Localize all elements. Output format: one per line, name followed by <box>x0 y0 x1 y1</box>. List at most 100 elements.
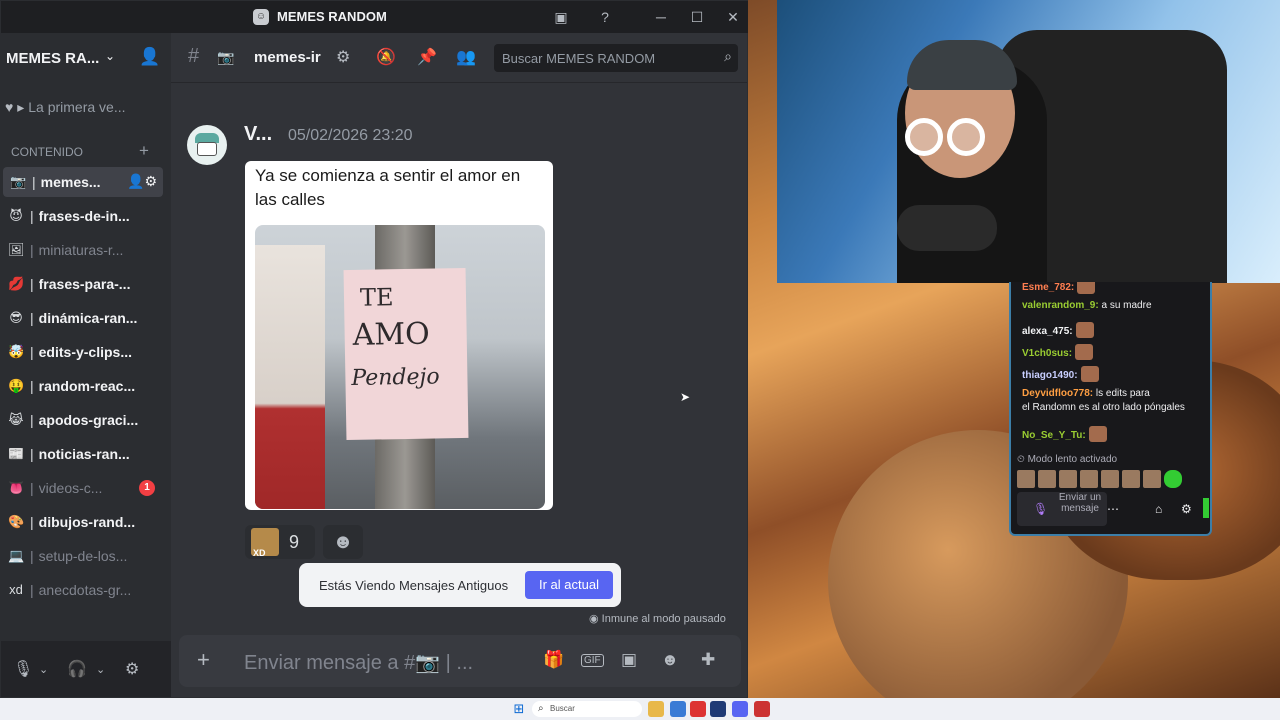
channel-label: miniaturas-r... <box>38 242 124 258</box>
add-reaction-icon[interactable]: ☻ <box>323 525 363 559</box>
maximize-button[interactable]: ☐ <box>683 5 711 29</box>
invite-people-icon[interactable]: 👤 <box>139 47 160 67</box>
reactions-bar: XD 9 ☻ <box>245 525 363 559</box>
microphone-icon[interactable]: 🎙 <box>13 659 33 679</box>
microphone-icon[interactable]: 🎙 <box>1033 502 1048 516</box>
file-explorer-icon[interactable] <box>648 701 664 717</box>
emote-bar[interactable] <box>1017 470 1182 488</box>
gif-icon[interactable]: GIF <box>581 654 604 667</box>
chat-message: thiago1490: <box>1022 366 1099 382</box>
sidebar-channel-item[interactable]: 😈 | frases-de-in... <box>1 201 163 231</box>
window-title: MEMES RANDOM <box>277 9 387 24</box>
separator: | <box>30 344 34 360</box>
server-header[interactable]: MEMES RA... ⌄ 👤 <box>1 33 171 83</box>
taskbar-search[interactable]: Buscar <box>532 701 642 717</box>
sidebar-channel-item[interactable]: 📰 | noticias-ran... <box>1 439 163 469</box>
jump-to-present-button[interactable]: Ir al actual <box>525 571 613 599</box>
separator: | <box>30 378 34 394</box>
channel-label: noticias-ran... <box>38 446 130 462</box>
mute-notifications-icon[interactable]: 🔕 <box>376 47 396 67</box>
sidebar-channel-item[interactable]: 📷 | memes... 👤⚙ <box>3 167 163 197</box>
discord-window: ☺ MEMES RANDOM ▣ ? ─ ☐ ✕ MEMES RA... ⌄ 👤… <box>0 0 749 698</box>
emoji-icon[interactable]: ☻ <box>661 650 679 670</box>
settings-gear-icon[interactable]: ⚙ <box>125 659 139 679</box>
reaction-pill[interactable]: XD 9 <box>245 525 315 559</box>
search-box[interactable]: ⌕ <box>494 44 738 72</box>
channel-emoji-icon: 💋 <box>8 276 25 291</box>
chat-username[interactable]: thiago1490: <box>1022 370 1078 381</box>
close-button[interactable]: ✕ <box>719 5 747 29</box>
sticker-icon[interactable]: ▣ <box>621 650 637 670</box>
separator: | <box>30 208 34 224</box>
sidebar-channel-item[interactable]: 😹 | apodos-graci... <box>1 405 163 435</box>
windows-start-icon[interactable]: ⊞ <box>512 702 526 716</box>
sidebar-channel-item[interactable]: 🖼 | miniaturas-r... <box>1 235 163 265</box>
channel-label: anecdotas-gr... <box>38 582 132 598</box>
separator: | <box>30 548 34 564</box>
chrome-icon[interactable] <box>670 701 686 717</box>
apps-icon[interactable]: ✚ <box>701 650 715 670</box>
app-icon[interactable] <box>754 701 770 717</box>
channel-label: apodos-graci... <box>38 412 139 428</box>
emote-icon <box>1088 426 1107 442</box>
emote-icon <box>1075 344 1094 360</box>
headphones-icon[interactable]: 🎧 <box>67 659 87 679</box>
avatar[interactable] <box>187 125 227 165</box>
chat-input[interactable]: 🎙 Enviar un mensaje <box>1017 492 1107 526</box>
help-icon[interactable]: ? <box>591 5 619 29</box>
settings-gear-icon[interactable]: ⚙ <box>1181 502 1192 516</box>
search-input[interactable] <box>494 44 714 72</box>
share-icon[interactable]: ⋯ <box>1107 502 1119 516</box>
chat-username[interactable]: Esme_782: <box>1022 282 1074 293</box>
reaction-emoji-icon: XD <box>251 528 279 558</box>
sidebar-channel-item[interactable]: xd | anecdotas-gr... <box>1 575 163 605</box>
category-header[interactable]: CONTENIDO + <box>1 141 171 163</box>
sidebar-channel-item[interactable]: 💻 | setup-de-los... <box>1 541 163 571</box>
member-list-icon[interactable]: 👥 <box>456 47 476 67</box>
message-author[interactable]: V... <box>244 123 272 146</box>
threads-icon[interactable]: ⚙ <box>336 47 350 67</box>
pin-icon[interactable]: 📌 <box>417 47 437 67</box>
chat-username[interactable]: valenrandom_9: <box>1022 300 1099 311</box>
search-icon: ⌕ <box>724 48 732 64</box>
chat-message: Esme_782: <box>1022 282 1096 294</box>
emote-icon <box>1080 366 1099 382</box>
emote-icon <box>1077 282 1096 294</box>
sidebar-channel-item[interactable]: 🤯 | edits-y-clips... <box>1 337 163 367</box>
store-icon[interactable]: ⌂ <box>1155 502 1162 516</box>
sidebar-channel-item[interactable]: 🎨 | dibujos-rand... <box>1 507 163 537</box>
separator: | <box>30 446 34 462</box>
slow-mode-notice: ⏲ Modo lento activado <box>1017 454 1118 465</box>
channel-emoji-icon: 📰 <box>8 446 25 461</box>
sidebar-channel-item[interactable]: 😎 | dinámica-ran... <box>1 303 163 333</box>
channel-label: videos-c... <box>38 480 103 496</box>
add-channel-icon[interactable]: + <box>139 141 149 161</box>
chevron-down-icon[interactable]: ⌄ <box>39 663 48 676</box>
chat-username[interactable]: V1ch0sus: <box>1022 348 1072 359</box>
discord-icon[interactable] <box>732 701 748 717</box>
channel-settings-icon[interactable]: 👤⚙ <box>127 173 157 190</box>
app-icon[interactable] <box>690 701 706 717</box>
gift-icon[interactable]: 🎁 <box>543 650 564 670</box>
chat-username[interactable]: No_Se_Y_Tu: <box>1022 430 1086 441</box>
sidebar-channel-item[interactable]: 💋 | frases-para-... <box>1 269 163 299</box>
sidebar-channel-item[interactable]: 🤑 | random-reac... <box>1 371 163 401</box>
channel-emoji-icon: 🎨 <box>8 514 25 529</box>
meme-image[interactable]: Ya se comienza a sentir el amor en las c… <box>245 161 553 510</box>
sign-text-1: TE <box>359 283 394 312</box>
separator: | <box>30 310 34 326</box>
minimize-button[interactable]: ─ <box>647 5 675 29</box>
chevron-down-icon[interactable]: ⌄ <box>96 663 105 676</box>
chat-username[interactable]: Deyvidfloo778: <box>1022 388 1093 399</box>
event-item[interactable]: ♥ ▸ La primera ve... <box>5 99 126 116</box>
message-composer[interactable]: + Enviar mensaje a #📷 | ... 🎁 GIF ▣ ☻ ✚ <box>179 635 741 687</box>
inbox-icon[interactable]: ▣ <box>547 5 575 29</box>
chat-username[interactable]: alexa_475: <box>1022 326 1073 337</box>
message-input[interactable]: Enviar mensaje a #📷 | ... <box>244 650 473 675</box>
sidebar-channel-item[interactable]: 👅 | videos-c... 1 <box>1 473 163 503</box>
upload-plus-icon[interactable]: + <box>197 647 210 673</box>
chat-text: el Randomn es al otro lado póngales <box>1022 402 1185 413</box>
server-name: MEMES RA... <box>6 49 100 67</box>
photoshop-icon[interactable] <box>710 701 726 717</box>
channel-emoji-icon: 📷 <box>10 174 27 189</box>
